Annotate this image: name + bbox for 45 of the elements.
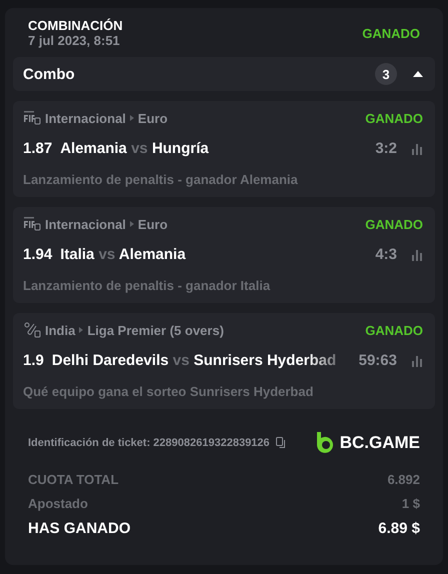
category-label: Internacional — [45, 216, 126, 232]
league-label: Euro — [138, 216, 168, 232]
combo-label: Combo — [23, 66, 76, 82]
odds-value: 1.87 — [23, 140, 52, 157]
category-label: India — [45, 322, 76, 338]
total-label: Apostado — [28, 496, 88, 511]
fifa-logo-icon — [23, 216, 41, 232]
bet-date: 7 jul 2023, 8:51 — [28, 33, 121, 48]
stats-icon[interactable] — [411, 142, 423, 154]
status-label: GANADO — [365, 322, 423, 338]
score-value: 4:3 — [375, 246, 397, 263]
total-value: 6.89 $ — [378, 520, 420, 537]
score-value: 59:63 — [358, 352, 397, 369]
separator-icon — [79, 327, 84, 333]
separator-icon — [130, 221, 134, 227]
league-label: Euro — [138, 110, 168, 126]
total-value: 1 $ — [402, 496, 420, 511]
total-value: 6.892 — [387, 472, 420, 487]
match-teams: Italia vs Alemania — [60, 246, 187, 263]
status-label: GANADO — [365, 110, 423, 126]
category-label: Internacional — [45, 110, 126, 126]
status-label: GANADO — [365, 216, 423, 232]
match-teams: Delhi Daredevils vs Sunrisers Hyderbad — [52, 352, 338, 369]
bet-type: COMBINACIÓN — [28, 18, 123, 33]
total-label: HAS GANADO — [28, 520, 131, 537]
copy-icon[interactable] — [276, 437, 287, 449]
status-label: GANADO — [362, 26, 420, 40]
market-label: Lanzamiento de penaltis - ganador Alemania — [23, 172, 299, 187]
league-label: Liga Premier (5 overs) — [87, 322, 224, 338]
odds-value: 1.94 — [23, 246, 52, 263]
separator-icon — [130, 115, 134, 121]
stats-icon[interactable] — [411, 354, 423, 366]
brand-name: BC.GAME — [340, 433, 420, 453]
odds-value: 1.9 — [23, 352, 44, 369]
market-label: Lanzamiento de penaltis - ganador Italia — [23, 278, 272, 293]
total-label: CUOTA TOTAL — [28, 472, 119, 487]
score-value: 3:2 — [375, 140, 397, 157]
ticket-id: Identificación de ticket: 2289082619322839126 — [28, 437, 270, 449]
brand-logo-icon — [314, 432, 335, 454]
count-badge: 3 — [375, 63, 397, 85]
market-label: Qué equipo gana el sorteo Sunrisers Hyderbad — [23, 384, 314, 399]
stats-icon[interactable] — [411, 248, 423, 260]
combo-toggle[interactable]: Combo 3 — [13, 57, 435, 91]
fifa-logo-icon — [23, 110, 41, 126]
match-teams: Alemania vs Hungría — [60, 140, 210, 157]
